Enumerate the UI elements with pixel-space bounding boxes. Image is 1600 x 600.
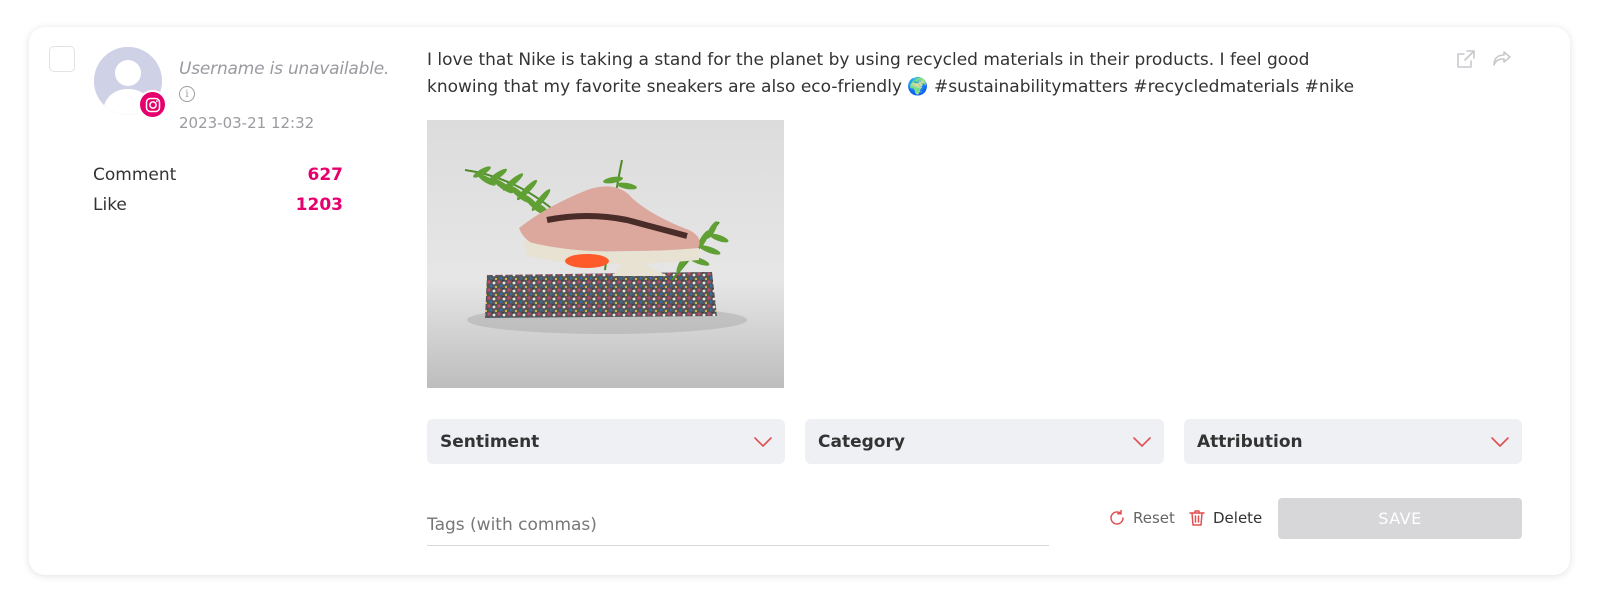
stat-row-like: Like 1203: [93, 190, 343, 220]
select-checkbox[interactable]: [49, 46, 75, 72]
share-icon[interactable]: [1490, 47, 1514, 71]
chevron-down-icon: [754, 436, 772, 447]
post-text: I love that Nike is taking a stand for t…: [427, 50, 1355, 97]
stat-label: Like: [93, 195, 127, 215]
tags-input[interactable]: [427, 504, 1049, 546]
post-date: 2023-03-21 12:32: [179, 114, 315, 132]
engagement-stats: Comment 627 Like 1203: [93, 160, 343, 220]
post-image[interactable]: [427, 120, 784, 388]
stat-value: 627: [307, 165, 344, 185]
save-button[interactable]: SAVE: [1278, 498, 1522, 539]
reset-button[interactable]: Reset: [1107, 508, 1175, 528]
dropdown-label: Category: [818, 431, 905, 452]
stat-row-comment: Comment 627: [93, 160, 343, 190]
delete-button[interactable]: Delete: [1187, 508, 1262, 528]
refresh-icon: [1110, 509, 1124, 525]
trash-icon: [1189, 510, 1205, 526]
chevron-down-icon: [1491, 436, 1509, 447]
chevron-down-icon: [1133, 436, 1151, 447]
info-icon[interactable]: i: [179, 86, 195, 102]
reset-label: Reset: [1133, 509, 1175, 527]
sentiment-dropdown[interactable]: Sentiment: [427, 419, 785, 464]
attribution-dropdown[interactable]: Attribution: [1184, 419, 1522, 464]
delete-label: Delete: [1213, 509, 1263, 527]
instagram-icon: [138, 90, 167, 119]
username: Username is unavailable.: [179, 59, 390, 79]
stat-value: 1203: [295, 195, 343, 215]
post-card: Username is unavailable. i 2023-03-21 12…: [29, 27, 1570, 575]
post-actions: [1454, 47, 1514, 71]
stat-label: Comment: [93, 165, 177, 185]
dropdown-label: Attribution: [1197, 431, 1303, 452]
dropdown-label: Sentiment: [440, 431, 540, 452]
external-link-icon[interactable]: [1454, 47, 1478, 71]
category-dropdown[interactable]: Category: [805, 419, 1164, 464]
